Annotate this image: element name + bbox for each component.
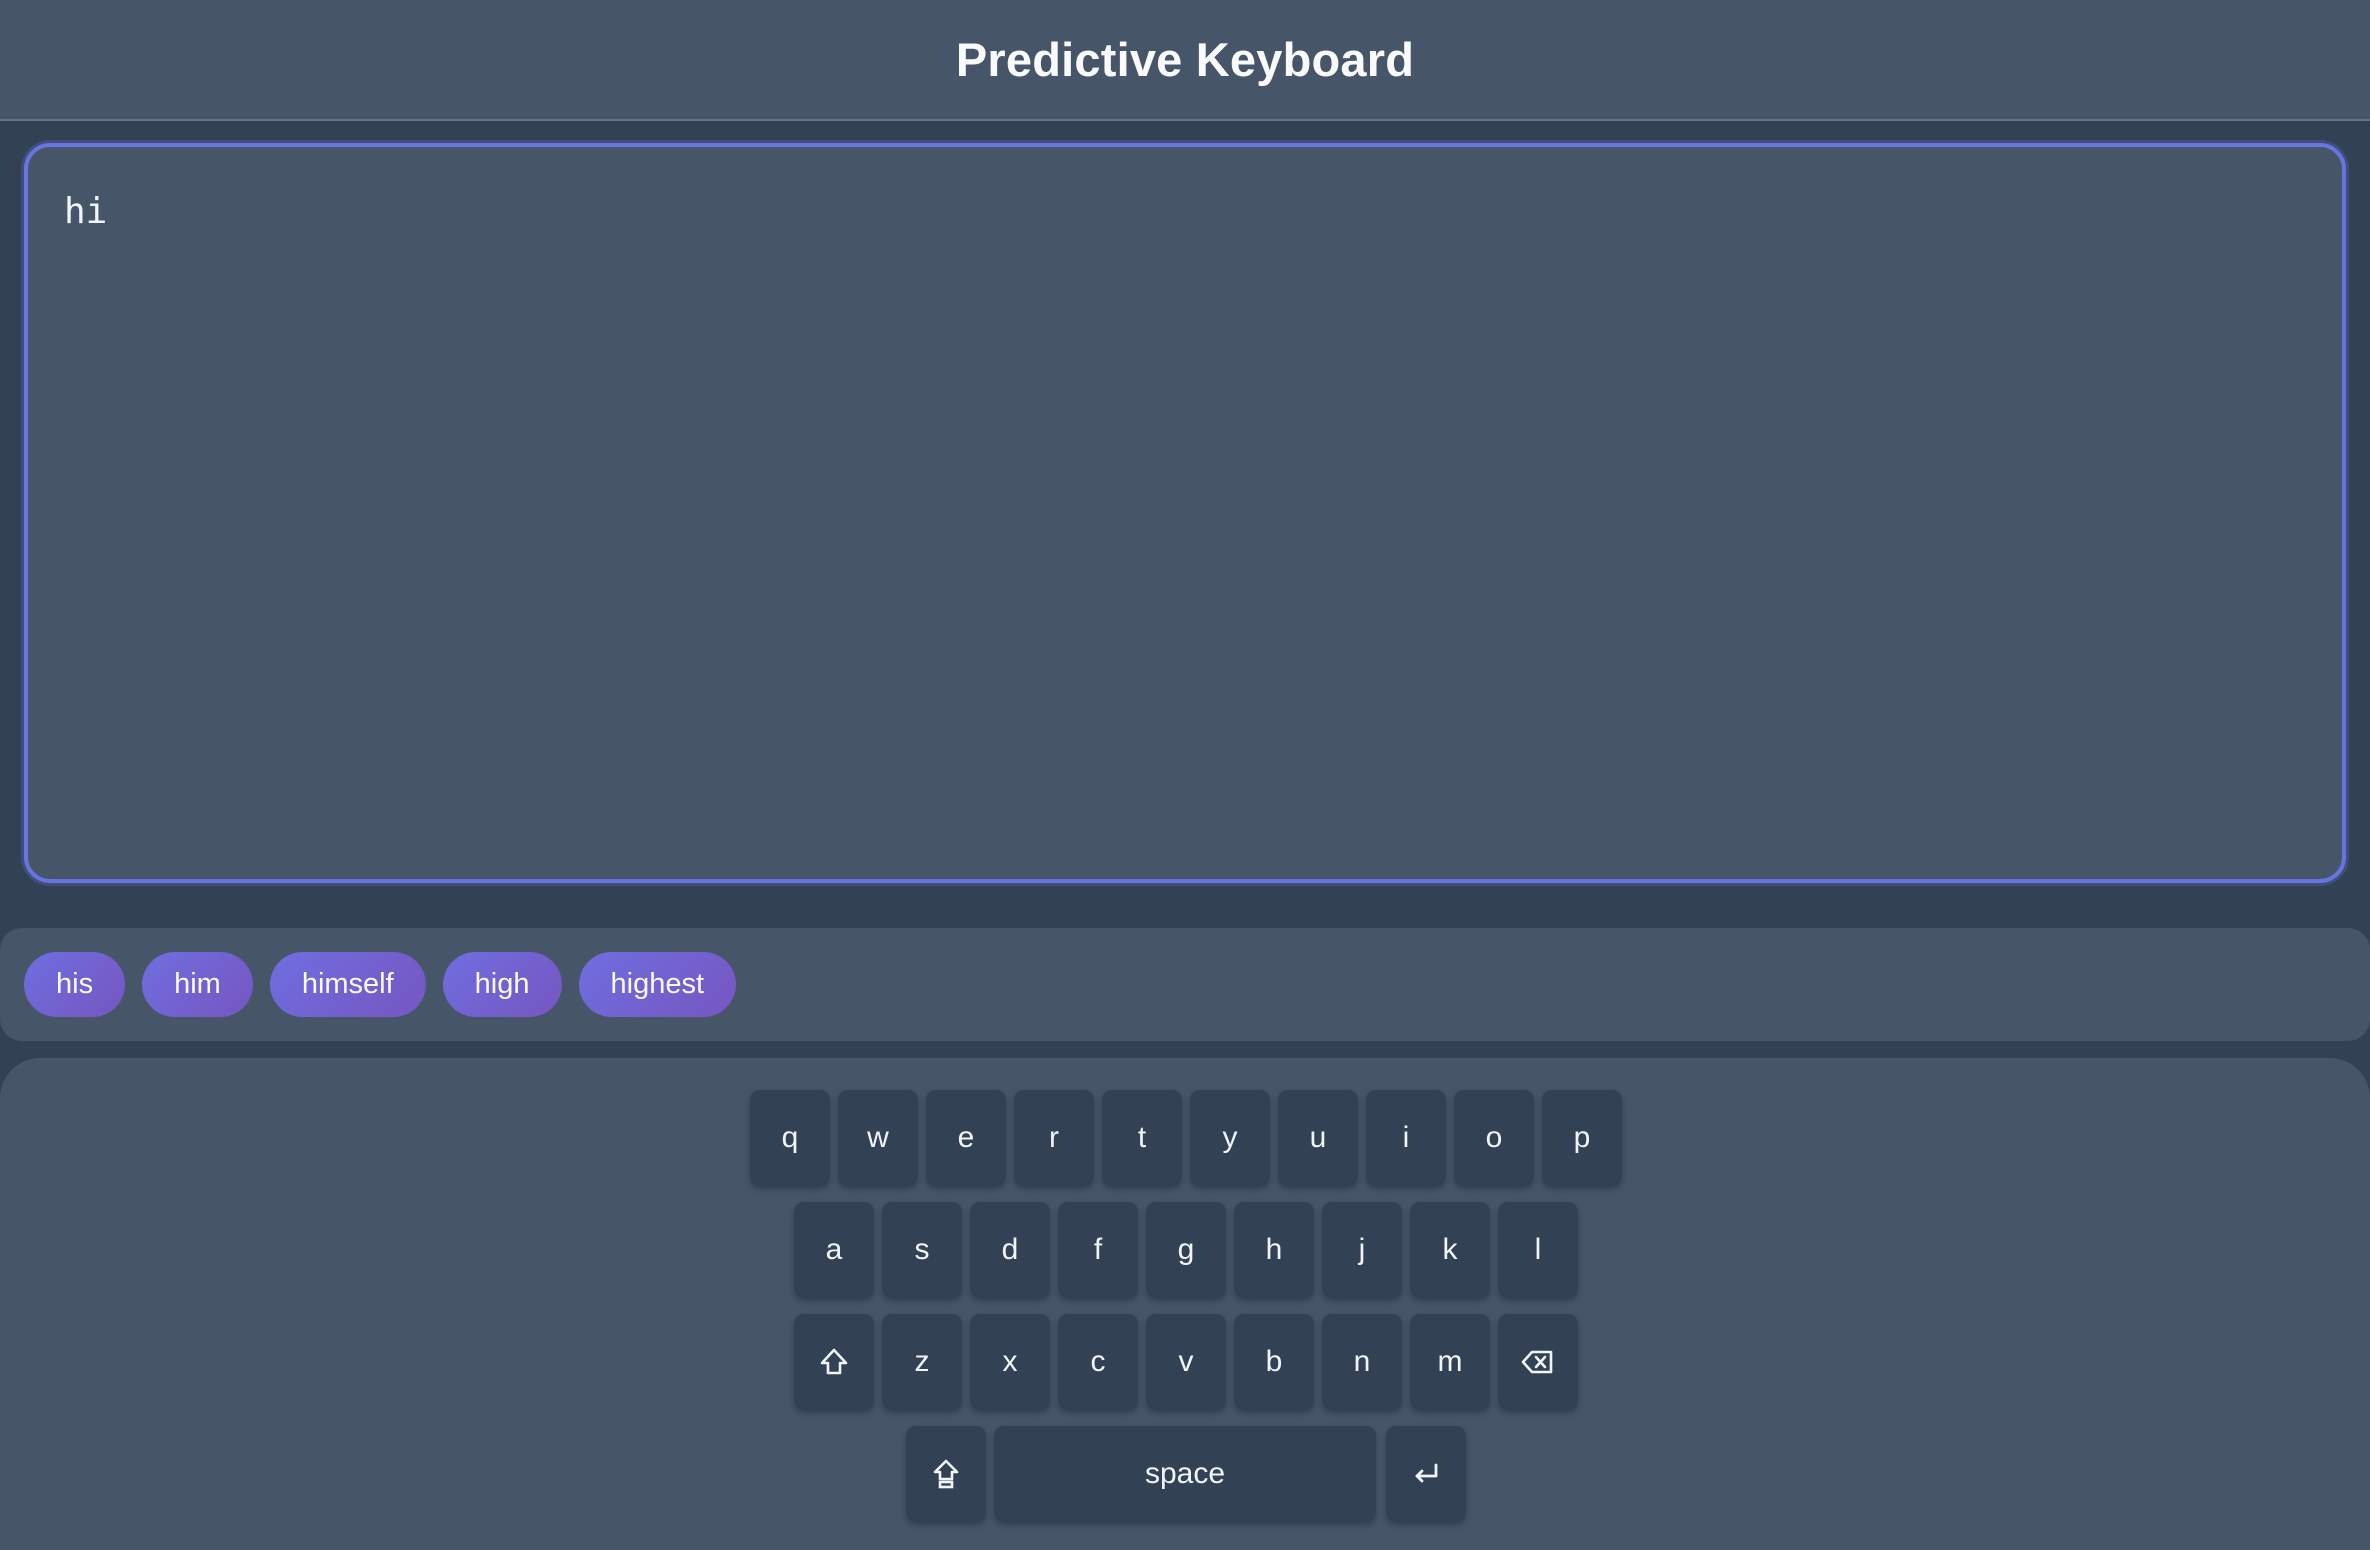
app-header: Predictive Keyboard bbox=[0, 0, 2370, 121]
page-title: Predictive Keyboard bbox=[955, 33, 1415, 86]
key-q[interactable]: q bbox=[750, 1090, 830, 1186]
key-i[interactable]: i bbox=[1366, 1090, 1446, 1186]
enter-icon bbox=[1415, 1463, 1438, 1483]
key-o[interactable]: o bbox=[1454, 1090, 1534, 1186]
key-p[interactable]: p bbox=[1542, 1090, 1622, 1186]
key-j[interactable]: j bbox=[1322, 1202, 1402, 1298]
enter-key[interactable] bbox=[1386, 1426, 1466, 1522]
key-x[interactable]: x bbox=[970, 1314, 1050, 1410]
key-c[interactable]: c bbox=[1058, 1314, 1138, 1410]
backspace-key[interactable] bbox=[1498, 1314, 1578, 1410]
key-y[interactable]: y bbox=[1190, 1090, 1270, 1186]
suggestion-chip-him[interactable]: him bbox=[142, 952, 253, 1017]
key-a[interactable]: a bbox=[794, 1202, 874, 1298]
predictive-keyboard-app: Predictive Keyboard hi his him himself h… bbox=[0, 0, 2370, 1550]
key-l[interactable]: l bbox=[1498, 1202, 1578, 1298]
space-key[interactable]: space bbox=[994, 1426, 1376, 1522]
suggestion-chip-high[interactable]: high bbox=[442, 952, 562, 1017]
suggestion-bar: his him himself high highest bbox=[0, 928, 2370, 1041]
key-w[interactable]: w bbox=[838, 1090, 918, 1186]
key-t[interactable]: t bbox=[1102, 1090, 1182, 1186]
key-b[interactable]: b bbox=[1234, 1314, 1314, 1410]
key-g[interactable]: g bbox=[1146, 1202, 1226, 1298]
shift-icon bbox=[820, 1348, 848, 1375]
suggestion-chip-himself[interactable]: himself bbox=[269, 952, 426, 1017]
key-d[interactable]: d bbox=[970, 1202, 1050, 1298]
key-n[interactable]: n bbox=[1322, 1314, 1402, 1410]
keyboard-row-2: a s d f g h j k l bbox=[0, 1202, 2370, 1298]
keyboard-row-1: q w e r t y u i o p bbox=[0, 1090, 2370, 1186]
suggestion-chip-highest[interactable]: highest bbox=[578, 952, 737, 1017]
suggestion-chip-his[interactable]: his bbox=[24, 952, 126, 1017]
key-f[interactable]: f bbox=[1058, 1202, 1138, 1298]
shift-key[interactable] bbox=[794, 1314, 874, 1410]
virtual-keyboard: q w e r t y u i o p a s d f g h j k l z … bbox=[0, 1058, 2370, 1550]
backspace-icon bbox=[1521, 1350, 1553, 1374]
text-editor[interactable]: hi bbox=[24, 143, 2346, 883]
key-m[interactable]: m bbox=[1410, 1314, 1490, 1410]
editor-content[interactable]: hi bbox=[64, 191, 2306, 232]
key-h[interactable]: h bbox=[1234, 1202, 1314, 1298]
keyboard-row-3: z x c v b n m bbox=[0, 1314, 2370, 1410]
key-u[interactable]: u bbox=[1278, 1090, 1358, 1186]
key-k[interactable]: k bbox=[1410, 1202, 1490, 1298]
keyboard-row-4: space bbox=[0, 1426, 2370, 1522]
caps-lock-key[interactable] bbox=[906, 1426, 986, 1522]
key-s[interactable]: s bbox=[882, 1202, 962, 1298]
key-r[interactable]: r bbox=[1014, 1090, 1094, 1186]
key-e[interactable]: e bbox=[926, 1090, 1006, 1186]
caps-lock-icon bbox=[933, 1459, 959, 1489]
key-z[interactable]: z bbox=[882, 1314, 962, 1410]
key-v[interactable]: v bbox=[1146, 1314, 1226, 1410]
